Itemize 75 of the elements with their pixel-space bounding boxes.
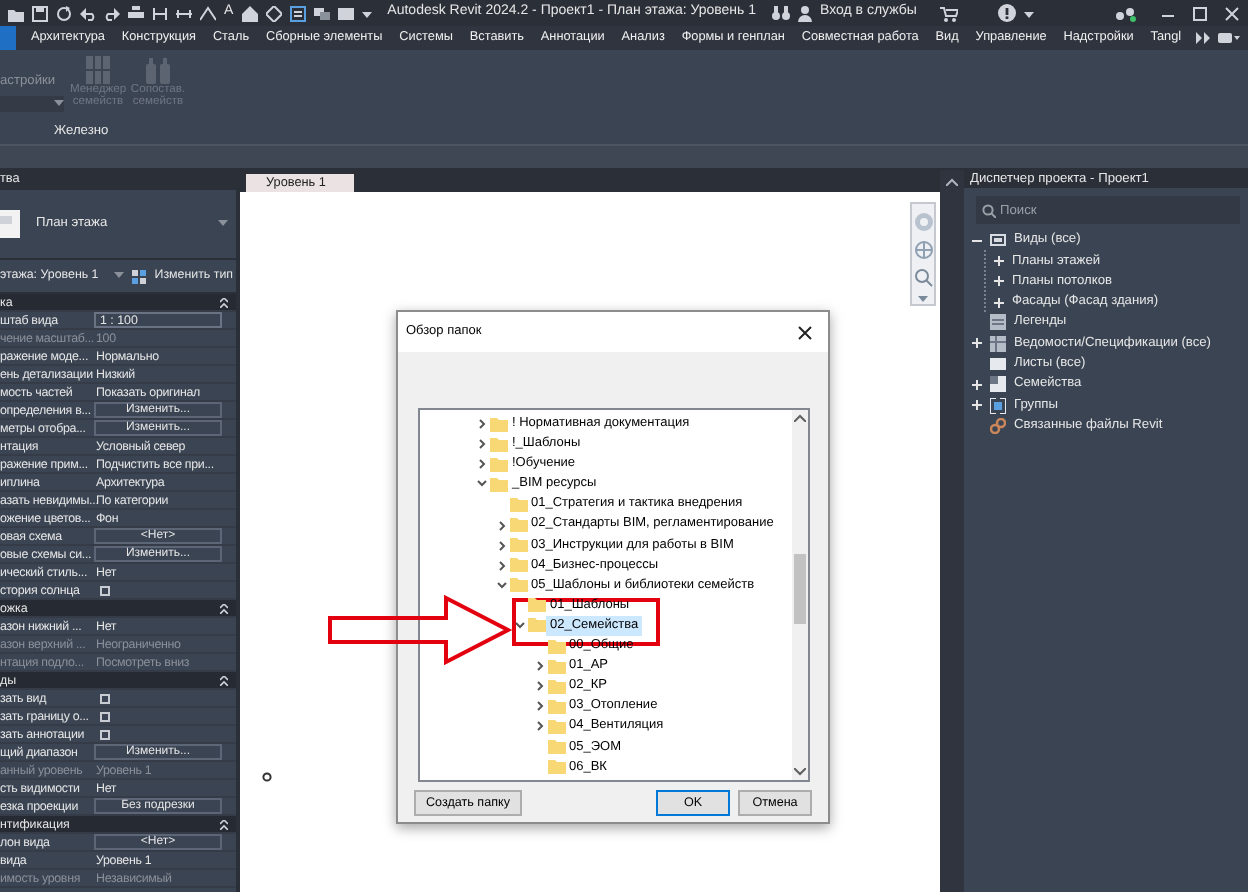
diamond-icon[interactable] <box>265 5 282 21</box>
collapse-icon[interactable] <box>220 675 228 685</box>
expand-icon[interactable] <box>972 338 982 349</box>
chevron-icon[interactable] <box>493 559 509 572</box>
redo-icon[interactable] <box>104 5 120 21</box>
group-icon <box>990 397 1006 414</box>
bottles-icon <box>146 56 170 84</box>
chevron-icon[interactable] <box>531 660 547 673</box>
collapse-icon[interactable] <box>972 235 982 246</box>
network-icon[interactable] <box>1116 5 1136 21</box>
scrollbar[interactable] <box>792 410 808 780</box>
collapse-icon[interactable] <box>220 819 228 829</box>
chevron-icon[interactable] <box>474 438 490 451</box>
checkbox[interactable] <box>100 729 110 739</box>
cart-icon[interactable] <box>940 5 959 21</box>
chevron-icon[interactable] <box>474 418 490 431</box>
expand-icon[interactable] <box>972 400 982 411</box>
double-chevron-icon[interactable] <box>1196 32 1210 44</box>
collapse-icon[interactable] <box>220 297 228 307</box>
search-icon <box>982 203 996 217</box>
sync-icon[interactable] <box>56 5 72 21</box>
binoculars-icon[interactable] <box>772 5 791 21</box>
legend-icon <box>990 314 1006 331</box>
folder-icon[interactable] <box>8 5 24 21</box>
view-type-icon <box>0 206 20 242</box>
thin-lines-icon[interactable] <box>289 5 306 21</box>
sheet-icon <box>990 355 1006 372</box>
point-marker-icon <box>262 772 272 782</box>
panel-icon[interactable] <box>337 5 354 21</box>
dropdown-field[interactable] <box>0 95 64 112</box>
table-icon <box>990 335 1006 352</box>
zoom-icon[interactable] <box>913 268 933 288</box>
family-icon <box>990 376 1006 393</box>
help-icon[interactable] <box>998 4 1017 22</box>
checkbox[interactable] <box>100 693 110 703</box>
chevron-icon[interactable] <box>531 720 547 733</box>
scroll-up-icon[interactable] <box>794 414 806 422</box>
toggle-panel-icon[interactable] <box>1218 32 1240 44</box>
checkbox[interactable] <box>100 711 110 721</box>
chevron-icon[interactable] <box>474 478 490 491</box>
user-icon[interactable] <box>798 5 813 21</box>
cabinet-icon <box>86 56 110 84</box>
caret-icon[interactable] <box>918 296 928 304</box>
save-icon[interactable] <box>32 5 48 21</box>
checkbox[interactable] <box>100 585 110 595</box>
scroll-up-icon[interactable] <box>946 178 958 186</box>
undo-icon[interactable] <box>80 5 96 21</box>
line-icon[interactable] <box>200 5 216 21</box>
collapse-icon[interactable] <box>220 603 228 613</box>
print-icon[interactable] <box>128 5 144 21</box>
expand-icon[interactable] <box>994 255 1004 266</box>
chain-link-icon <box>990 417 1006 434</box>
expand-icon[interactable] <box>994 297 1004 308</box>
views-icon <box>990 232 1006 249</box>
chevron-icon[interactable] <box>493 519 509 532</box>
chevron-icon[interactable] <box>493 539 509 552</box>
caret-icon[interactable] <box>218 220 228 228</box>
expand-icon[interactable] <box>972 379 982 390</box>
chevron-icon[interactable] <box>512 619 528 632</box>
chevron-icon[interactable] <box>493 579 509 592</box>
expand-icon[interactable] <box>994 276 1004 287</box>
house-icon[interactable] <box>241 5 258 21</box>
maximize-icon[interactable] <box>1192 5 1208 21</box>
chevron-icon[interactable] <box>531 680 547 693</box>
chevron-icon[interactable] <box>474 458 490 471</box>
measure-icon[interactable] <box>152 5 168 21</box>
close-icon[interactable] <box>798 325 812 339</box>
caret-icon[interactable] <box>114 272 125 280</box>
scroll-thumb[interactable] <box>794 554 806 624</box>
chevron-icon[interactable] <box>531 700 547 713</box>
dimension-icon[interactable] <box>176 5 192 21</box>
caret-icon <box>54 99 64 108</box>
edit-type-icon[interactable] <box>132 269 147 283</box>
scroll-down-icon[interactable] <box>794 768 806 776</box>
windows-icon[interactable] <box>313 5 330 21</box>
